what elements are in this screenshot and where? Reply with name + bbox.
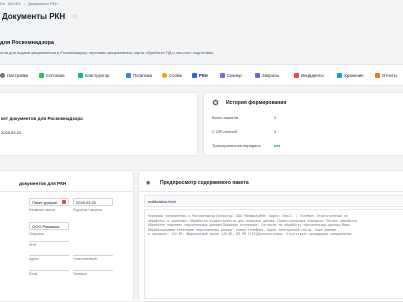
tab-label: Политика xyxy=(133,72,153,78)
tab-scanner[interactable]: Сканер xyxy=(220,71,242,79)
tab-label: Cookie xyxy=(169,72,183,78)
tab-settings[interactable]: Настройки xyxy=(0,71,28,79)
form-title: документов для РКН xyxy=(19,181,67,186)
history-row-value: нет xyxy=(274,143,281,148)
gear-icon xyxy=(0,72,5,78)
tab-rkn[interactable]: РКН xyxy=(192,71,208,79)
inn-label: ИНН xyxy=(29,243,37,247)
address-label: Адрес xyxy=(29,257,39,261)
preview-title: Предпросмотр содержимого пакета xyxy=(160,180,249,186)
operator-label: Оператор xyxy=(29,232,44,236)
eye-icon: ◉ xyxy=(146,180,151,186)
tab-bar: Настройки Согласие Конструктор Политика … xyxy=(0,64,403,86)
history-card: История формирования Всего пакетов 0 С Z… xyxy=(203,92,403,156)
rkn-icon xyxy=(192,72,197,78)
tab-label: Хранение xyxy=(344,72,364,78)
tab-reports[interactable]: Отчеты xyxy=(375,71,397,79)
tab-consent[interactable]: Согласие xyxy=(39,71,65,79)
date-input[interactable]: 2026.03.20 xyxy=(73,198,113,206)
history-row-label: Трансграничная передача xyxy=(212,143,261,148)
package-name-label: Название пакета xyxy=(29,208,55,212)
builder-icon xyxy=(78,72,83,78)
tab-label: Запросы xyxy=(262,72,280,78)
form-card: документов для РКН Пакет докуме Название… xyxy=(0,170,134,302)
email-field[interactable] xyxy=(29,270,69,271)
phone-label: Телефон xyxy=(73,272,87,276)
history-row-value: 0 xyxy=(274,115,277,120)
section-description: ктов для подачи уведомления в Роскомнадз… xyxy=(0,50,215,55)
preview-line: и хранения: 152-ФЗ, Федеральный закон 14… xyxy=(148,232,352,237)
responsible-label: Ответственный xyxy=(73,257,97,261)
tab-storage[interactable]: Хранение xyxy=(337,71,364,79)
tab-policy[interactable]: Политика xyxy=(126,71,152,79)
document-icon xyxy=(126,72,131,78)
operator-input[interactable]: ООО Ромашка xyxy=(29,222,69,230)
tab-label: Отчеты xyxy=(382,72,397,78)
storage-icon xyxy=(337,72,342,78)
tab-label: Инциденты xyxy=(301,72,324,78)
report-icon xyxy=(375,72,380,78)
requests-icon xyxy=(255,72,260,78)
tab-label: Согласие xyxy=(46,72,65,78)
phone-field[interactable] xyxy=(73,270,113,271)
tab-builder[interactable]: Конструктор xyxy=(78,71,110,79)
history-icon xyxy=(212,99,219,106)
breadcrumb: Ок: 152-ФЗ › Документы РКН xyxy=(0,1,58,6)
breadcrumb-parent[interactable]: Ок: 152-ФЗ xyxy=(0,1,21,6)
package-card-title: кет документов для Роскомнадзора xyxy=(1,116,83,121)
star-icon[interactable]: ☆ xyxy=(71,12,78,21)
file-tab[interactable]: notification.html xyxy=(148,199,176,204)
package-name-input[interactable]: Пакет докуме xyxy=(29,198,69,206)
preview-content[interactable]: Черновик уведомления в Роскомнадзор|Опер… xyxy=(144,209,403,299)
preview-card: ◉ Предпросмотр содержимого пакета notifi… xyxy=(138,170,403,302)
history-row-label: Всего пакетов xyxy=(212,115,239,120)
history-title: История формирования xyxy=(226,100,287,106)
scanner-icon xyxy=(220,72,225,78)
form-divider xyxy=(0,191,133,192)
file-tab-bar: notification.html xyxy=(144,195,403,207)
address-field[interactable] xyxy=(29,255,69,256)
package-card-date: 2026.03.20 xyxy=(1,130,22,135)
tab-label: Конструктор xyxy=(85,72,110,78)
breadcrumb-current: Документы РКН xyxy=(28,1,58,6)
responsible-field[interactable] xyxy=(73,255,113,256)
tab-label: РКН xyxy=(199,72,208,78)
date-label: Подготов / сверено xyxy=(73,208,103,212)
section-title: для Роскомнадзора xyxy=(0,40,54,46)
breadcrumb-separator: › xyxy=(23,1,26,6)
tab-requests[interactable]: Запросы xyxy=(255,71,279,79)
package-card: кет документов для Роскомнадзора 2026.03… xyxy=(0,92,198,156)
package-name-value: Пакет докуме xyxy=(32,199,58,205)
tab-label: Настройки xyxy=(7,72,29,78)
inn-field[interactable] xyxy=(29,241,69,242)
tab-incidents[interactable]: Инциденты xyxy=(294,71,324,79)
check-icon xyxy=(39,72,44,78)
tab-label: Сканер xyxy=(227,72,242,78)
clear-icon[interactable] xyxy=(62,200,66,204)
history-row-value: 0 xyxy=(274,129,277,134)
preview-divider xyxy=(139,191,403,192)
page-title: Документы РКН xyxy=(2,12,66,21)
history-row-label: С ZIP-полной xyxy=(212,129,237,134)
cookie-icon xyxy=(162,72,167,78)
tab-cookie[interactable]: Cookie xyxy=(162,71,182,79)
incident-icon xyxy=(294,72,299,78)
email-label: Email xyxy=(29,272,38,276)
